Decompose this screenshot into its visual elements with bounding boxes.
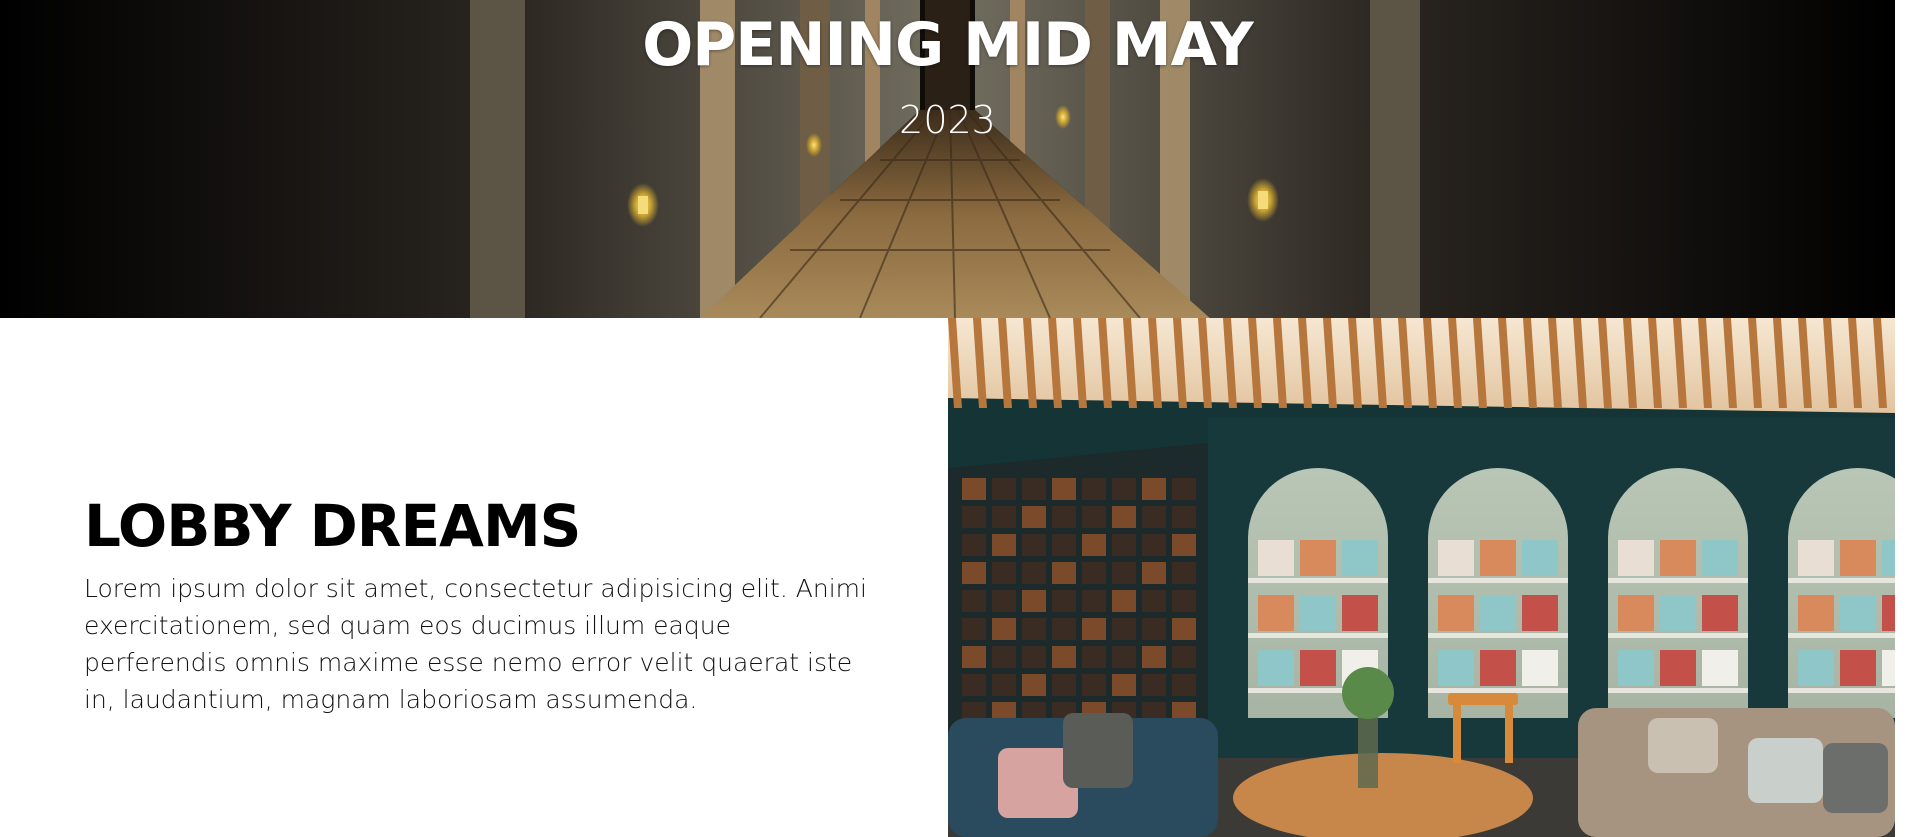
lobby-description: Lorem ipsum dolor sit amet, consectetur …: [84, 574, 867, 714]
hero-title: OPENING MID MAY: [642, 10, 1253, 80]
lobby-text-block: LOBBY DREAMS Lorem ipsum dolor sit amet,…: [84, 490, 874, 718]
lobby-lounge-image: [948, 318, 1895, 837]
lobby-heading: LOBBY DREAMS: [84, 492, 581, 560]
page: OPENING MID MAY 2023 LOBBY DREAMS Lorem …: [0, 0, 1895, 837]
hero-banner: OPENING MID MAY 2023: [0, 0, 1895, 318]
lobby-illustration: [948, 318, 1895, 837]
hero-year: 2023: [899, 98, 996, 142]
